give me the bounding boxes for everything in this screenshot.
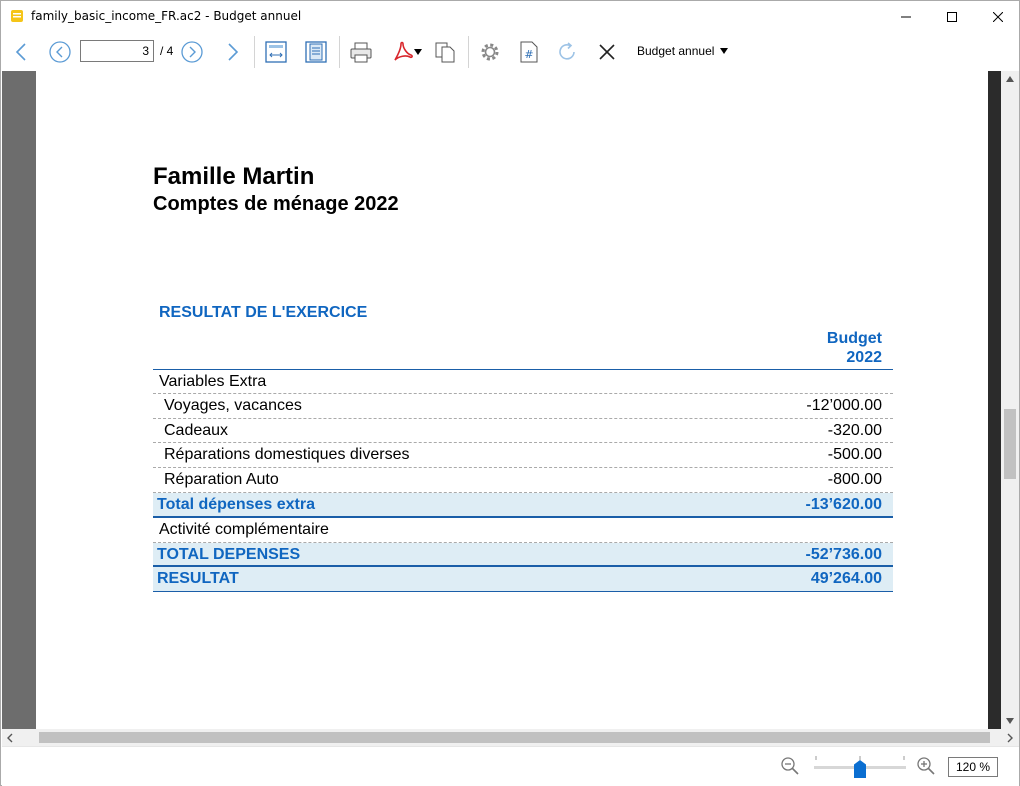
group-row: Activité complémentaire: [153, 518, 893, 543]
zoom-out-icon: [781, 757, 799, 775]
fit-width-button[interactable]: [263, 32, 289, 71]
row-label: Voyages, vacances: [164, 396, 302, 414]
minimize-icon: [901, 16, 911, 17]
svg-text:#: #: [524, 48, 533, 61]
page-total-label: / 4: [160, 44, 174, 58]
total-row: RESULTAT 49’264.00: [153, 567, 893, 593]
back-button[interactable]: [9, 32, 33, 71]
zoom-in-icon: [917, 757, 935, 775]
dropdown-caret-icon: [414, 48, 422, 55]
next-page-button[interactable]: [179, 32, 205, 71]
settings-button[interactable]: [476, 32, 504, 71]
maximize-button[interactable]: [929, 1, 975, 32]
table-row: Cadeaux -320.00: [153, 419, 893, 444]
row-label: TOTAL DEPENSES: [157, 545, 301, 563]
close-icon: [993, 11, 1003, 22]
vertical-scroll-track[interactable]: [1001, 71, 1019, 729]
minimize-button[interactable]: [883, 1, 929, 32]
printer-icon: [350, 42, 372, 62]
row-label: Activité complémentaire: [159, 520, 329, 538]
close-window-button[interactable]: [975, 1, 1020, 32]
row-label: Réparations domestiques diverses: [164, 446, 410, 464]
vertical-scrollbar[interactable]: [988, 71, 1019, 729]
fit-page-icon: [305, 40, 327, 63]
previous-page-button[interactable]: [47, 32, 73, 71]
zoom-out-button[interactable]: [780, 756, 800, 781]
row-amount: -500.00: [827, 446, 882, 464]
row-amount: -12’000.00: [806, 396, 882, 414]
report-selector-dropdown[interactable]: Budget annuel: [637, 44, 729, 58]
arrow-right-icon: [228, 42, 239, 61]
row-label: RESULTAT: [157, 570, 239, 588]
page-number-button[interactable]: #: [515, 32, 543, 71]
row-label: Variables Extra: [159, 373, 267, 390]
column-header-budget: Budget 2022: [776, 329, 882, 367]
table-row: Réparation Auto -800.00: [153, 468, 893, 493]
row-amount: 49’264.00: [810, 570, 882, 588]
table-row: Voyages, vacances -12’000.00: [153, 394, 893, 419]
horizontal-scrollbar[interactable]: [2, 729, 1019, 746]
pdf-icon: [394, 41, 413, 61]
app-window: family_basic_income_FR.ac2 - Budget annu…: [0, 0, 1020, 786]
circle-chevron-right-icon: [181, 40, 203, 63]
report-page: Famille Martin Comptes de ménage 2022 RE…: [36, 71, 988, 729]
print-button[interactable]: [347, 32, 375, 71]
zoom-in-button[interactable]: [916, 756, 936, 781]
arrow-left-icon: [15, 42, 26, 61]
horizontal-scroll-thumb[interactable]: [39, 732, 990, 743]
circle-chevron-left-icon: [49, 40, 71, 63]
export-pdf-button[interactable]: [387, 32, 427, 71]
dropdown-caret-icon: [720, 48, 729, 54]
refresh-button[interactable]: [553, 32, 581, 71]
vertical-scroll-thumb[interactable]: [1004, 409, 1016, 479]
close-icon: [599, 43, 615, 60]
toolbar-separator: [468, 36, 469, 68]
total-row: Total dépenses extra -13’620.00: [153, 492, 893, 518]
total-row: TOTAL DEPENSES -52’736.00: [153, 542, 893, 568]
column-header-line2: 2022: [846, 349, 882, 366]
row-label: Cadeaux: [164, 421, 229, 439]
zoom-slider[interactable]: [814, 753, 906, 779]
row-label: Total dépenses extra: [157, 495, 315, 513]
zoom-level-field[interactable]: 120 %: [948, 757, 998, 777]
toolbar: 3 / 4 # Budget annuel: [1, 32, 1019, 71]
toolbar-separator: [254, 36, 255, 68]
page-number-input[interactable]: 3: [80, 40, 154, 62]
document-viewport[interactable]: Famille Martin Comptes de ménage 2022 RE…: [2, 71, 988, 729]
scroll-down-icon[interactable]: [1005, 717, 1015, 725]
row-amount: -13’620.00: [805, 495, 882, 513]
title-bar: family_basic_income_FR.ac2 - Budget annu…: [1, 1, 1019, 32]
report-selector-label: Budget annuel: [637, 44, 715, 58]
scroll-left-icon[interactable]: [6, 733, 14, 743]
app-logo-icon: [11, 10, 23, 22]
status-bar: 120 %: [2, 746, 1019, 786]
row-amount: -320.00: [827, 421, 882, 439]
copy-button[interactable]: [431, 32, 459, 71]
report-subtitle: Comptes de ménage 2022: [153, 193, 399, 215]
report-table: Variables Extra Voyages, vacances -12’000.…: [153, 369, 893, 593]
close-report-button[interactable]: [593, 32, 621, 71]
table-row: Réparations domestiques diverses -500.00: [153, 443, 893, 469]
maximize-icon: [947, 11, 957, 22]
column-header-line1: Budget: [826, 330, 882, 347]
row-amount: -52’736.00: [805, 545, 882, 563]
forward-button[interactable]: [221, 32, 245, 71]
page-gutter: [988, 71, 1001, 729]
section-heading: RESULTAT DE L'EXERCICE: [159, 304, 368, 321]
page-hash-icon: #: [520, 41, 538, 62]
copy-icon: [435, 42, 455, 62]
scroll-up-icon[interactable]: [1005, 75, 1015, 83]
scroll-right-icon[interactable]: [1006, 733, 1014, 743]
report-title: Famille Martin: [153, 163, 315, 190]
row-label: Réparation Auto: [164, 471, 279, 489]
refresh-icon: [559, 41, 575, 60]
window-title: family_basic_income_FR.ac2 - Budget annu…: [31, 9, 302, 23]
fit-page-button[interactable]: [303, 32, 329, 71]
gear-icon: [481, 43, 499, 60]
toolbar-separator: [339, 36, 340, 68]
fit-width-icon: [265, 40, 287, 63]
row-amount: -800.00: [827, 471, 882, 489]
group-row: Variables Extra: [153, 369, 893, 394]
